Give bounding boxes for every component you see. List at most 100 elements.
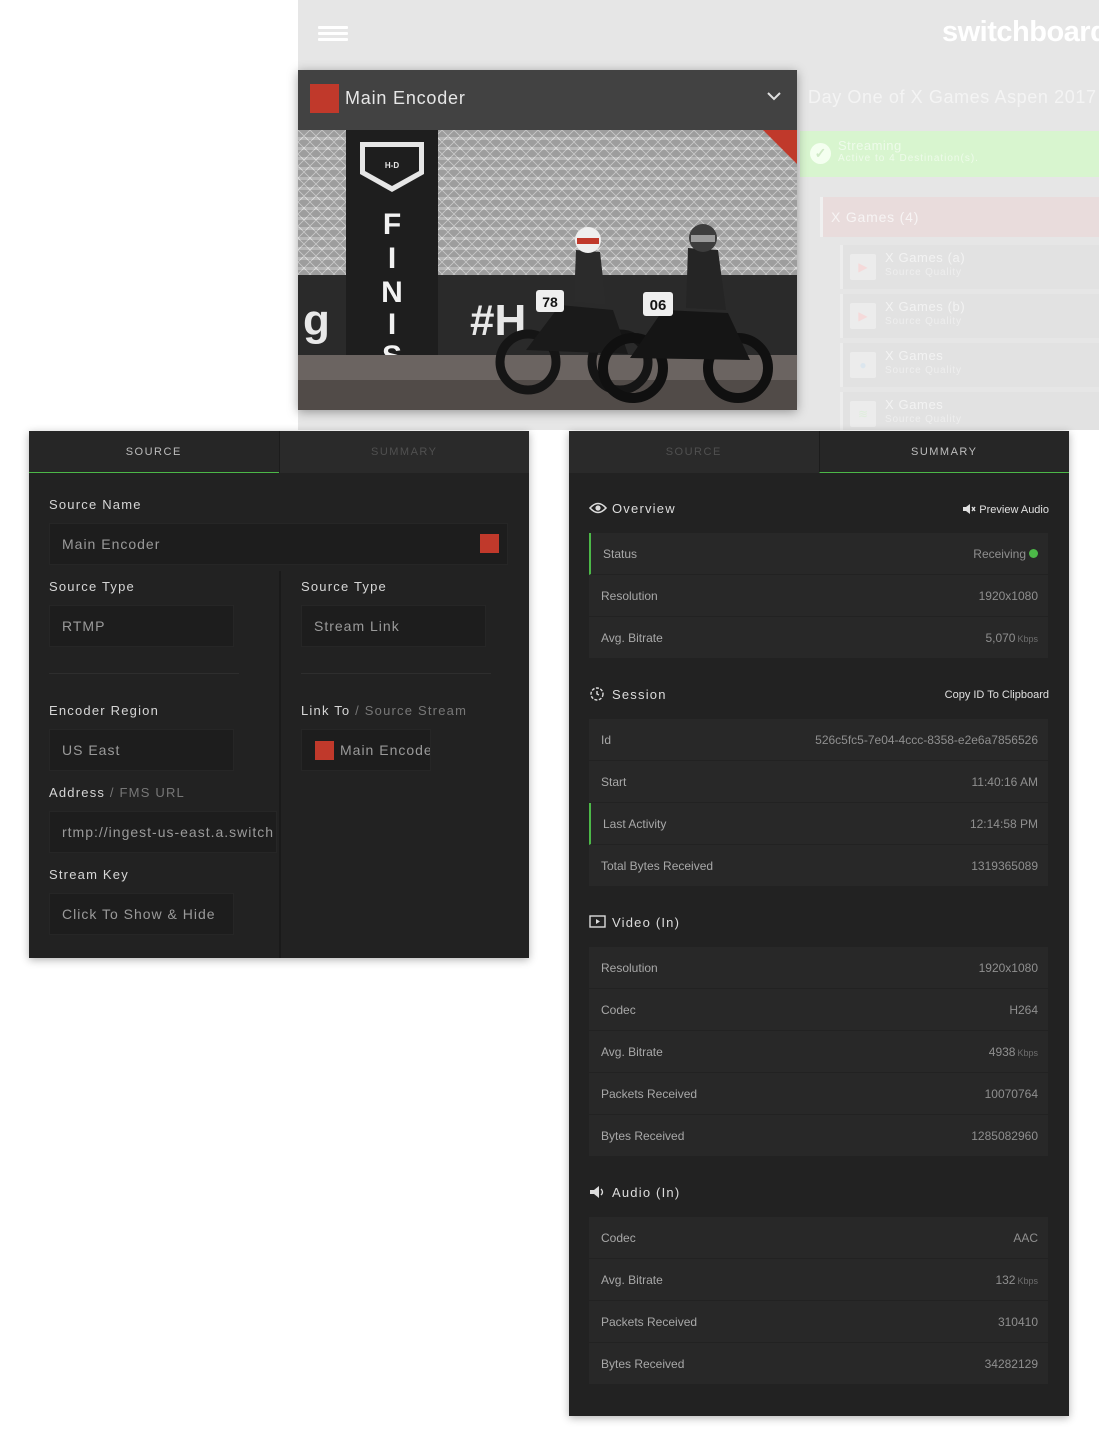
mute-icon	[963, 504, 976, 514]
stat-label: Packets Received	[601, 1315, 698, 1329]
audio-heading: Audio (In)	[589, 1185, 680, 1200]
periscope-icon: ●	[850, 352, 876, 378]
divider-line	[49, 673, 239, 674]
encoder-corner-flag	[763, 130, 797, 164]
table-row: Total Bytes Received 1319365089	[589, 845, 1048, 887]
stream-icon: ≋	[850, 401, 876, 427]
source-name-input[interactable]: Main Encoder	[49, 523, 508, 565]
destination-item[interactable]: ≋ X Games Source Quality	[840, 392, 1099, 430]
stat-label: Codec	[601, 1003, 636, 1017]
stat-label: Last Activity	[603, 817, 667, 831]
status-text: Receiving	[973, 547, 1026, 561]
streaming-status-banner: ✓ Streaming Active to 4 Destination(s).	[800, 131, 1099, 177]
stat-number: 5,070	[985, 631, 1016, 645]
stat-value: 12:14:58 PM	[969, 817, 1038, 831]
destination-quality: Source Quality	[885, 414, 962, 425]
address-label-main: Address	[49, 785, 106, 800]
video-heading: Video (In)	[589, 915, 680, 930]
address-label: Address / FMS URL	[49, 785, 185, 800]
destination-name: X Games	[885, 397, 944, 412]
destination-item[interactable]: ▶ X Games (a) Source Quality	[840, 245, 1099, 289]
source-panel-tabs: SOURCE SUMMARY	[29, 431, 529, 473]
destination-group-label: X Games (4)	[831, 209, 920, 225]
svg-text:H-D: H-D	[385, 161, 399, 170]
menu-icon[interactable]	[318, 26, 348, 42]
chevron-down-icon[interactable]	[766, 88, 782, 104]
encoder-title: Main Encoder	[345, 88, 466, 108]
svg-text:N: N	[381, 276, 403, 309]
table-row: Avg. Bitrate 132 Kbps	[589, 1259, 1048, 1301]
table-row: Codec AAC	[589, 1217, 1048, 1259]
table-row: Packets Received 310410	[589, 1301, 1048, 1343]
stat-label: Avg. Bitrate	[601, 631, 663, 645]
svg-text:I: I	[388, 308, 396, 341]
link-to-label: Link To / Source Stream	[301, 703, 467, 718]
destination-item[interactable]: ● X Games Source Quality	[840, 343, 1099, 387]
destination-quality: Source Quality	[885, 365, 962, 376]
encoder-card: Main Encoder g #H H-D F I N I 78 06	[298, 70, 797, 410]
stat-label: Packets Received	[601, 1087, 698, 1101]
status-dot	[1029, 549, 1038, 558]
summary-panel: SOURCE SUMMARY Overview Preview Audio St…	[569, 431, 1069, 1416]
table-row: Id 526c5fc5-7e04-4ccc-8358-e2e6a7856526	[589, 719, 1048, 761]
stream-key-input[interactable]: Click To Show & Hide	[49, 893, 234, 935]
streaming-title: Streaming	[838, 138, 902, 153]
preview-audio-button[interactable]: Preview Audio	[962, 503, 1049, 516]
source-type-label: Source Type	[49, 579, 135, 594]
stat-value: 1285082960	[971, 1129, 1038, 1143]
source-type-select[interactable]: RTMP	[49, 605, 234, 647]
streaming-subtitle: Active to 4 Destination(s).	[838, 153, 979, 164]
summary-panel-tabs: SOURCE SUMMARY	[569, 431, 1069, 473]
tab-summary[interactable]: SUMMARY	[278, 431, 529, 473]
encoder-preview-image: g #H H-D F I N I S 78	[298, 130, 797, 410]
stat-value: H264	[1009, 1003, 1038, 1017]
stat-number: 132	[995, 1273, 1016, 1287]
svg-text:g: g	[303, 296, 330, 345]
stat-label: Avg. Bitrate	[601, 1045, 663, 1059]
table-row: Last Activity 12:14:58 PM	[589, 803, 1048, 845]
stat-label: Total Bytes Received	[601, 859, 714, 873]
source-settings-panel: SOURCE SUMMARY Source Name Main Encoder …	[29, 431, 529, 958]
tab-summary[interactable]: SUMMARY	[818, 431, 1069, 473]
stat-number: 4938	[988, 1045, 1016, 1059]
overview-title: Overview	[612, 501, 676, 516]
copy-id-button[interactable]: Copy ID To Clipboard	[945, 689, 1049, 701]
source-color-swatch[interactable]	[480, 534, 499, 553]
link-to-label-main: Link To	[301, 703, 351, 718]
stat-label: Bytes Received	[601, 1357, 685, 1371]
youtube-icon: ▶	[850, 303, 876, 329]
table-row: Packets Received 10070764	[589, 1073, 1048, 1115]
stream-key-label: Stream Key	[49, 867, 129, 882]
stat-value: 1920x1080	[978, 961, 1038, 975]
table-row: Bytes Received 1285082960	[589, 1115, 1048, 1157]
tab-source[interactable]: SOURCE	[569, 431, 819, 473]
column-divider	[279, 571, 281, 958]
table-row: Start 11:40:16 AM	[589, 761, 1048, 803]
stat-value: Receiving	[973, 547, 1038, 561]
clock-icon	[590, 687, 604, 701]
source-type-select-2[interactable]: Stream Link	[301, 605, 486, 647]
stat-value: 132 Kbps	[995, 1273, 1038, 1287]
destination-name: X Games (b)	[885, 299, 966, 314]
destination-item[interactable]: ▶ X Games (b) Source Quality	[840, 294, 1099, 338]
tab-source[interactable]: SOURCE	[29, 431, 279, 473]
stat-label: Resolution	[601, 589, 658, 603]
table-row: Bytes Received 34282129	[589, 1343, 1048, 1385]
svg-text:06: 06	[650, 297, 667, 314]
eye-icon	[589, 502, 607, 514]
race-photo: g #H H-D F I N I S 78	[298, 130, 797, 410]
link-to-color-swatch	[315, 741, 334, 760]
table-row: Resolution 1920x1080	[589, 947, 1048, 989]
audio-title: Audio (In)	[612, 1185, 681, 1200]
youtube-icon: ▶	[850, 254, 876, 280]
encoder-header[interactable]: Main Encoder	[298, 70, 797, 130]
table-row: Status Receiving	[589, 533, 1048, 575]
stat-unit: Kbps	[1017, 1048, 1038, 1058]
table-row: Codec H264	[589, 989, 1048, 1031]
stat-value: 11:40:16 AM	[971, 775, 1039, 789]
address-input[interactable]: rtmp://ingest-us-east.a.switch	[49, 811, 277, 853]
video-icon	[589, 915, 606, 928]
destination-group[interactable]: X Games (4)	[820, 197, 1099, 237]
encoder-region-select[interactable]: US East	[49, 729, 234, 771]
encoder-color-swatch	[310, 84, 339, 113]
